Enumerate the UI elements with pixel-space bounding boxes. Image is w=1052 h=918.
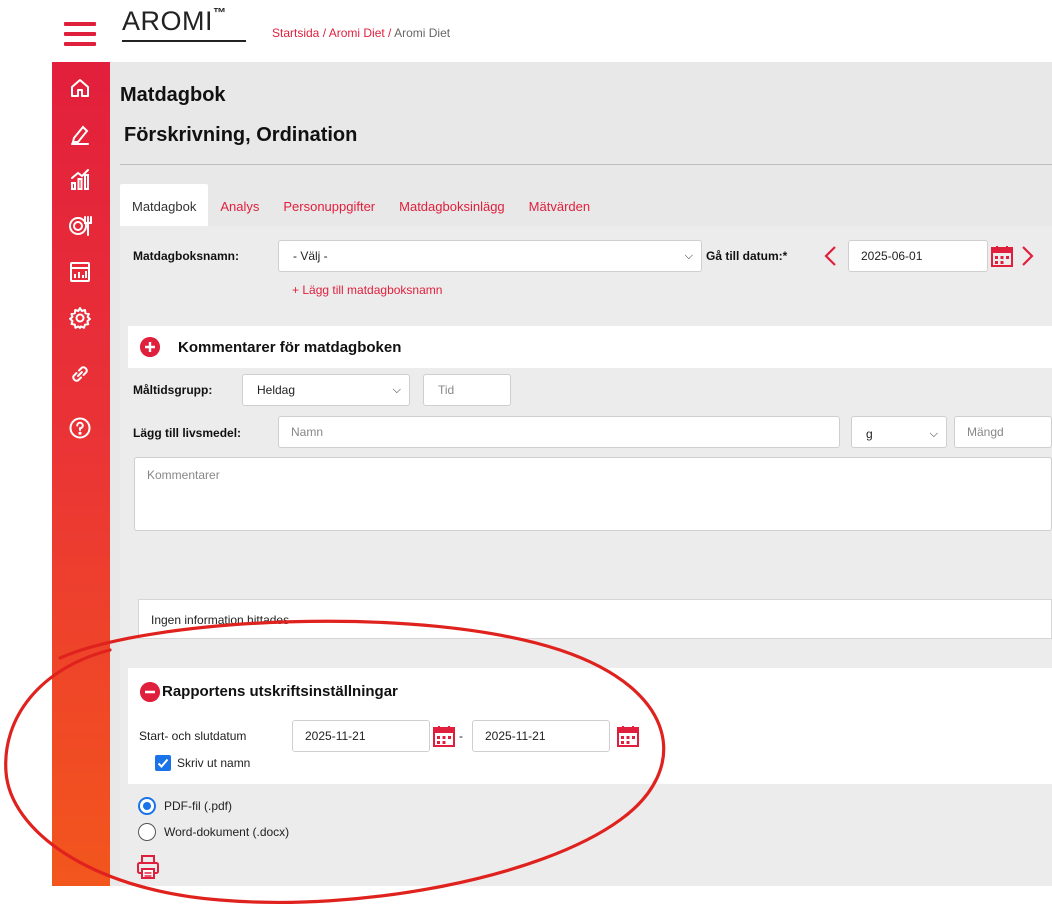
- report-settings-title: Rapportens utskriftsinställningar: [162, 683, 398, 700]
- menu-icon[interactable]: [64, 22, 96, 46]
- print-icon[interactable]: [136, 854, 160, 880]
- unit-select[interactable]: g ⌵: [851, 416, 947, 448]
- sidebar: [52, 62, 110, 886]
- tab-bar: Matdagbok Analys Personuppgifter Matdagb…: [120, 184, 602, 226]
- docx-radio[interactable]: [138, 823, 156, 841]
- comments-panel-header[interactable]: Kommentarer för matdagboken: [128, 326, 1052, 368]
- pdf-label: PDF-fil (.pdf): [164, 799, 233, 813]
- add-diary-name-link[interactable]: + Lägg till matdagboksnamn: [292, 283, 442, 297]
- next-date-arrow-icon[interactable]: [1018, 245, 1036, 267]
- help-icon[interactable]: [65, 413, 95, 443]
- date-range-label: Start- och slutdatum: [139, 729, 247, 743]
- start-calendar-icon[interactable]: [432, 724, 456, 748]
- comments-panel-title: Kommentarer för matdagboken: [178, 339, 402, 356]
- add-food-label: Lägg till livsmedel:: [133, 426, 242, 440]
- print-name-checkbox[interactable]: [155, 755, 171, 771]
- breadcrumb: Startsida / Aromi Diet / Aromi Diet: [272, 26, 451, 40]
- main-content: Matdagbok Förskrivning, Ordination Matda…: [110, 62, 1052, 886]
- collapse-minus-icon[interactable]: [140, 682, 160, 702]
- start-date-input[interactable]: 2025-11-21: [292, 720, 430, 752]
- go-to-date-label: Gå till datum:*: [706, 249, 788, 263]
- prev-date-arrow-icon[interactable]: [822, 245, 840, 267]
- checkmark-icon: [157, 758, 169, 768]
- edit-icon[interactable]: [65, 119, 95, 149]
- meal-icon[interactable]: [65, 211, 95, 241]
- report-icon[interactable]: [65, 257, 95, 287]
- calendar-icon[interactable]: [990, 244, 1014, 268]
- date-separator: -: [459, 729, 463, 743]
- logo-underline: [122, 40, 246, 42]
- food-name-input[interactable]: Namn: [278, 416, 840, 448]
- gear-icon[interactable]: [65, 303, 95, 333]
- meal-group-select[interactable]: Heldag ⌵: [242, 374, 410, 406]
- page-subtitle: Förskrivning, Ordination: [124, 124, 358, 146]
- home-icon[interactable]: [65, 73, 95, 103]
- chevron-down-icon: ⌵: [929, 428, 938, 440]
- docx-label: Word-dokument (.docx): [164, 825, 290, 839]
- page-title: Matdagbok: [120, 84, 226, 106]
- comments-textarea[interactable]: Kommentarer: [134, 457, 1052, 531]
- breadcrumb-home[interactable]: Startsida: [272, 26, 319, 40]
- end-calendar-icon[interactable]: [616, 724, 640, 748]
- go-to-date-input[interactable]: 2025-06-01: [848, 240, 988, 272]
- tab-matvarden[interactable]: Mätvärden: [517, 184, 602, 226]
- diary-name-select[interactable]: - Välj - ⌵: [278, 240, 702, 272]
- top-bar: AROMI™ Startsida / Aromi Diet / Aromi Di…: [0, 0, 1052, 62]
- tab-matdagbok[interactable]: Matdagbok: [120, 184, 209, 226]
- meal-group-label: Måltidsgrupp:: [133, 383, 213, 397]
- amount-input[interactable]: Mängd: [954, 416, 1052, 448]
- report-settings-panel: Rapportens utskriftsinställningar Start-…: [128, 668, 1052, 784]
- link-icon[interactable]: [65, 359, 95, 389]
- breadcrumb-current: Aromi Diet: [394, 26, 451, 40]
- time-input[interactable]: Tid: [423, 374, 511, 406]
- chevron-down-icon: ⌵: [392, 384, 401, 396]
- pdf-radio[interactable]: [138, 797, 156, 815]
- tab-content: Matdagboksnamn: - Välj - ⌵ + Lägg till m…: [120, 226, 1052, 886]
- logo[interactable]: AROMI™: [122, 5, 227, 37]
- title-divider: [120, 164, 1052, 165]
- end-date-input[interactable]: 2025-11-21: [472, 720, 610, 752]
- breadcrumb-section[interactable]: Aromi Diet: [329, 26, 385, 40]
- chart-icon[interactable]: [65, 165, 95, 195]
- chevron-down-icon: ⌵: [684, 250, 693, 262]
- tab-personuppgifter[interactable]: Personuppgifter: [271, 184, 387, 226]
- no-info-message: Ingen information hittades: [138, 599, 1052, 639]
- expand-plus-icon[interactable]: [140, 337, 160, 357]
- tab-matdagboksinlagg[interactable]: Matdagboksinlägg: [387, 184, 517, 226]
- diary-name-label: Matdagboksnamn:: [133, 249, 240, 263]
- print-name-label: Skriv ut namn: [177, 756, 251, 770]
- tab-analys[interactable]: Analys: [208, 184, 271, 226]
